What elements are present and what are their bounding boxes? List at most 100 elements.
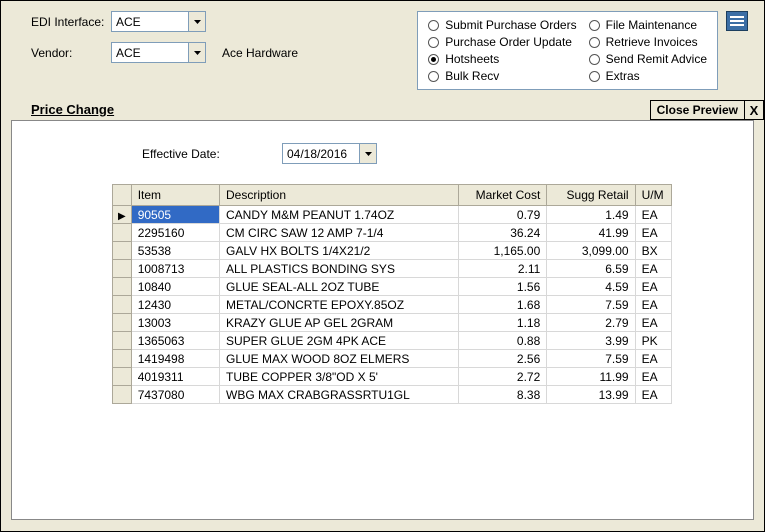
row-header-cell[interactable] [113,224,132,242]
column-market-cost[interactable]: Market Cost [458,185,546,206]
cell-description[interactable]: CM CIRC SAW 12 AMP 7-1/4 [220,224,459,242]
cell-sugg-retail[interactable]: 7.59 [547,350,635,368]
chevron-down-icon[interactable] [359,144,376,163]
vendor-combobox[interactable]: ACE [111,42,206,63]
cell-market-cost[interactable]: 36.24 [458,224,546,242]
cell-item[interactable]: 1365063 [131,332,219,350]
column-item[interactable]: Item [131,185,219,206]
table-row[interactable]: 12430METAL/CONCRTE EPOXY.85OZ1.687.59EA [113,296,672,314]
cell-description[interactable]: KRAZY GLUE AP GEL 2GRAM [220,314,459,332]
cell-item[interactable]: 13003 [131,314,219,332]
cell-market-cost[interactable]: 0.88 [458,332,546,350]
row-header-cell[interactable] [113,278,132,296]
table-row[interactable]: 4019311TUBE COPPER 3/8"OD X 5'2.7211.99E… [113,368,672,386]
radio-option[interactable]: Send Remit Advice [589,52,707,66]
cell-item[interactable]: 90505 [131,206,219,224]
radio-option[interactable]: Purchase Order Update [428,35,576,49]
edi-combobox[interactable]: ACE [111,11,206,32]
cell-market-cost[interactable]: 1.56 [458,278,546,296]
cell-description[interactable]: GALV HX BOLTS 1/4X21/2 [220,242,459,260]
table-row[interactable]: 1365063SUPER GLUE 2GM 4PK ACE0.883.99PK [113,332,672,350]
radio-option[interactable]: File Maintenance [589,18,707,32]
cell-sugg-retail[interactable]: 1.49 [547,206,635,224]
cell-market-cost[interactable]: 2.11 [458,260,546,278]
cell-item[interactable]: 10840 [131,278,219,296]
table-row[interactable]: 7437080WBG MAX CRABGRASSRTU1GL8.3813.99E… [113,386,672,404]
cell-um[interactable]: EA [635,386,671,404]
row-header-cell[interactable] [113,242,132,260]
radio-option[interactable]: Hotsheets [428,52,576,66]
row-header-cell[interactable] [113,386,132,404]
table-row[interactable]: 1419498GLUE MAX WOOD 8OZ ELMERS2.567.59E… [113,350,672,368]
cell-description[interactable]: METAL/CONCRTE EPOXY.85OZ [220,296,459,314]
cell-sugg-retail[interactable]: 6.59 [547,260,635,278]
cell-item[interactable]: 7437080 [131,386,219,404]
cell-description[interactable]: GLUE SEAL-ALL 2OZ TUBE [220,278,459,296]
cell-sugg-retail[interactable]: 11.99 [547,368,635,386]
table-row[interactable]: 13003KRAZY GLUE AP GEL 2GRAM1.182.79EA [113,314,672,332]
close-preview-button[interactable]: Close Preview [650,100,744,120]
cell-sugg-retail[interactable]: 2.79 [547,314,635,332]
close-x-button[interactable]: X [744,100,764,120]
column-sugg-retail[interactable]: Sugg Retail [547,185,635,206]
cell-um[interactable]: BX [635,242,671,260]
cell-market-cost[interactable]: 1.18 [458,314,546,332]
table-row[interactable]: 2295160CM CIRC SAW 12 AMP 7-1/436.2441.9… [113,224,672,242]
cell-item[interactable]: 1419498 [131,350,219,368]
cell-um[interactable]: EA [635,278,671,296]
cell-um[interactable]: EA [635,206,671,224]
row-header-cell[interactable] [113,332,132,350]
row-header-cell[interactable] [113,368,132,386]
cell-item[interactable]: 53538 [131,242,219,260]
radio-option[interactable]: Bulk Recv [428,69,576,83]
cell-um[interactable]: EA [635,260,671,278]
cell-description[interactable]: SUPER GLUE 2GM 4PK ACE [220,332,459,350]
cell-market-cost[interactable]: 0.79 [458,206,546,224]
effective-date-combobox[interactable]: 04/18/2016 [282,143,377,164]
chevron-down-icon[interactable] [188,12,205,31]
row-header-cell[interactable] [113,296,132,314]
row-header-cell[interactable]: ▶ [113,206,132,224]
cell-sugg-retail[interactable]: 4.59 [547,278,635,296]
radio-option[interactable]: Retrieve Invoices [589,35,707,49]
cell-um[interactable]: PK [635,332,671,350]
menu-icon[interactable] [726,11,748,31]
cell-description[interactable]: WBG MAX CRABGRASSRTU1GL [220,386,459,404]
cell-um[interactable]: EA [635,314,671,332]
row-header-cell[interactable] [113,350,132,368]
cell-um[interactable]: EA [635,224,671,242]
cell-item[interactable]: 2295160 [131,224,219,242]
cell-um[interactable]: EA [635,296,671,314]
cell-sugg-retail[interactable]: 3,099.00 [547,242,635,260]
chevron-down-icon[interactable] [188,43,205,62]
cell-sugg-retail[interactable]: 41.99 [547,224,635,242]
cell-item[interactable]: 12430 [131,296,219,314]
cell-market-cost[interactable]: 1,165.00 [458,242,546,260]
row-header-cell[interactable] [113,260,132,278]
cell-description[interactable]: CANDY M&M PEANUT 1.74OZ [220,206,459,224]
radio-option[interactable]: Extras [589,69,707,83]
cell-market-cost[interactable]: 2.56 [458,350,546,368]
cell-sugg-retail[interactable]: 3.99 [547,332,635,350]
cell-sugg-retail[interactable]: 7.59 [547,296,635,314]
cell-um[interactable]: EA [635,368,671,386]
table-row[interactable]: 1008713ALL PLASTICS BONDING SYS2.116.59E… [113,260,672,278]
cell-sugg-retail[interactable]: 13.99 [547,386,635,404]
cell-description[interactable]: ALL PLASTICS BONDING SYS [220,260,459,278]
cell-description[interactable]: TUBE COPPER 3/8"OD X 5' [220,368,459,386]
cell-description[interactable]: GLUE MAX WOOD 8OZ ELMERS [220,350,459,368]
cell-market-cost[interactable]: 2.72 [458,368,546,386]
cell-market-cost[interactable]: 8.38 [458,386,546,404]
table-row[interactable]: 53538GALV HX BOLTS 1/4X21/21,165.003,099… [113,242,672,260]
table-row[interactable]: 10840GLUE SEAL-ALL 2OZ TUBE1.564.59EA [113,278,672,296]
price-change-table[interactable]: Item Description Market Cost Sugg Retail… [112,184,672,404]
cell-um[interactable]: EA [635,350,671,368]
cell-item[interactable]: 1008713 [131,260,219,278]
radio-option[interactable]: Submit Purchase Orders [428,18,576,32]
cell-market-cost[interactable]: 1.68 [458,296,546,314]
table-row[interactable]: ▶90505CANDY M&M PEANUT 1.74OZ0.791.49EA [113,206,672,224]
column-um[interactable]: U/M [635,185,671,206]
row-header-cell[interactable] [113,314,132,332]
column-description[interactable]: Description [220,185,459,206]
cell-item[interactable]: 4019311 [131,368,219,386]
